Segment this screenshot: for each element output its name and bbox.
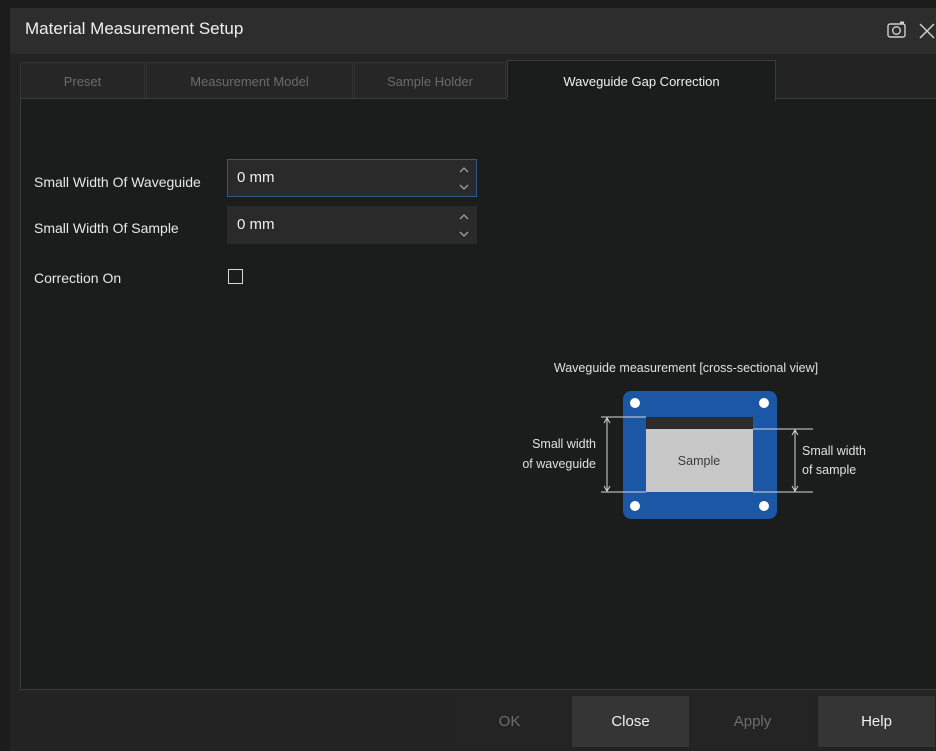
tab-measurement-model[interactable]: Measurement Model <box>146 62 353 99</box>
chevron-down-icon[interactable] <box>457 180 471 194</box>
window-title: Material Measurement Setup <box>25 19 244 38</box>
close-label: Close <box>611 713 650 730</box>
camera-icon[interactable] <box>886 20 908 40</box>
ok-label: OK <box>498 713 521 730</box>
screw-hole <box>630 398 640 408</box>
help-button[interactable]: Help <box>818 696 935 747</box>
tab-label: Waveguide Gap Correction <box>563 73 720 89</box>
tab-sample-holder[interactable]: Sample Holder <box>354 62 506 99</box>
sample-width-value: 0 mm <box>237 216 275 233</box>
tab-label: Sample Holder <box>387 73 473 89</box>
chevron-down-icon[interactable] <box>457 227 471 241</box>
chevron-up-icon[interactable] <box>457 210 471 224</box>
chevron-up-icon[interactable] <box>457 163 471 177</box>
sample-width-input[interactable]: 0 mm <box>227 206 477 244</box>
ok-button[interactable]: OK <box>451 696 568 747</box>
active-tab-connector <box>507 98 774 100</box>
correction-on-checkbox[interactable] <box>228 269 243 284</box>
waveguide-label-line2: of waveguide <box>522 457 596 471</box>
sample-label-line1: Small width <box>802 444 866 458</box>
waveguide-gap-panel: Small Width Of Waveguide 0 mm Small Widt… <box>20 98 936 690</box>
close-icon[interactable] <box>917 18 936 42</box>
help-label: Help <box>861 713 892 730</box>
waveguide-width-value: 0 mm <box>237 169 275 186</box>
tab-label: Measurement Model <box>190 73 309 89</box>
title-bar: Material Measurement Setup <box>10 8 936 54</box>
waveguide-width-input[interactable]: 0 mm <box>227 159 477 197</box>
sample-width-label: Small Width Of Sample <box>34 220 179 236</box>
tab-preset[interactable]: Preset <box>20 62 145 99</box>
close-button[interactable]: Close <box>572 696 689 747</box>
diagram-title: Waveguide measurement [cross-sectional v… <box>554 361 818 375</box>
screw-hole <box>759 398 769 408</box>
waveguide-gap <box>646 417 753 429</box>
tab-label: Preset <box>63 73 102 89</box>
tab-waveguide-gap-correction[interactable]: Waveguide Gap Correction <box>507 60 776 101</box>
apply-label: Apply <box>733 713 772 730</box>
sample-label: Sample <box>678 454 720 468</box>
sample-label-line2: of sample <box>802 463 856 477</box>
correction-on-label: Correction On <box>34 270 122 286</box>
waveguide-diagram: Waveguide measurement [cross-sectional v… <box>522 361 866 519</box>
screw-hole <box>630 501 640 511</box>
screw-hole <box>759 501 769 511</box>
waveguide-width-label: Small Width Of Waveguide <box>34 174 201 190</box>
waveguide-label-line1: Small width <box>532 437 596 451</box>
apply-button[interactable]: Apply <box>694 696 811 747</box>
dialog-body: Preset Measurement Model Sample Holder S… <box>10 54 936 751</box>
